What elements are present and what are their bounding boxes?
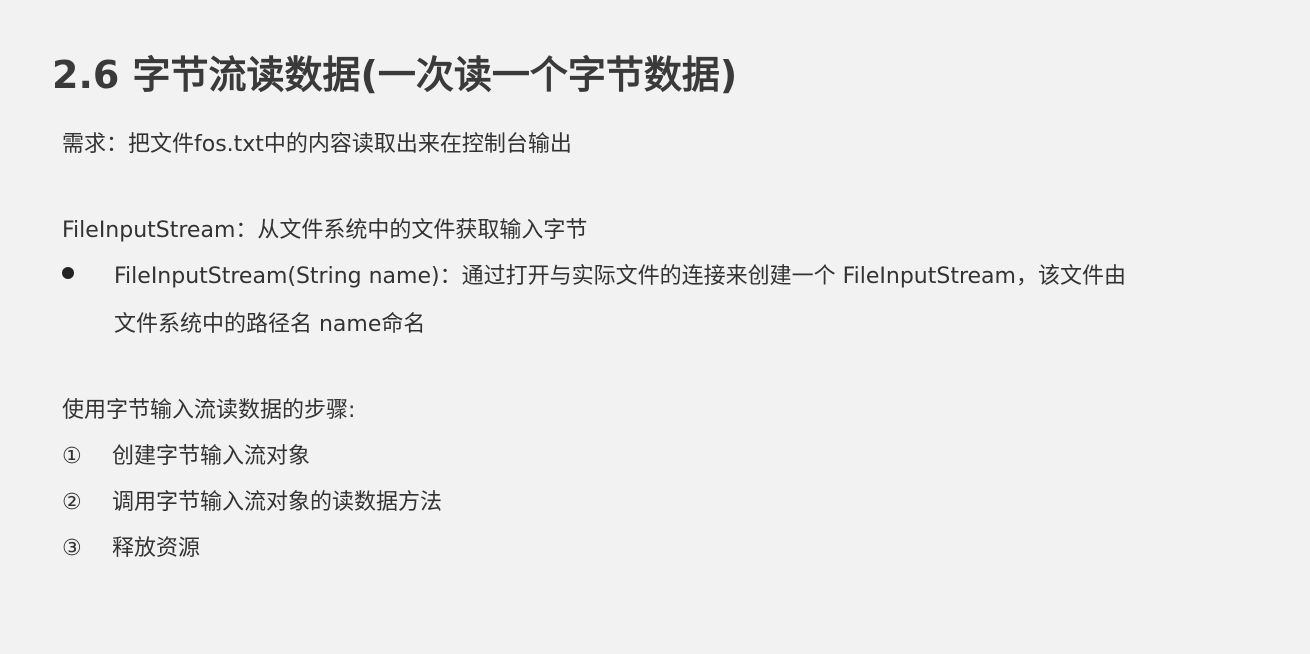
fileinputstream-definition: FileInputStream：从文件系统中的文件获取输入字节	[62, 218, 588, 243]
steps-title: 使用字节输入流读数据的步骤:	[62, 398, 356, 423]
step-number: ③	[62, 536, 82, 561]
step-text: 释放资源	[112, 536, 201, 561]
step-number: ①	[62, 444, 82, 469]
step-number: ②	[62, 490, 82, 515]
requirement-text: 需求：把文件fos.txt中的内容读取出来在控制台输出	[62, 132, 572, 157]
step-item: ③ 释放资源	[62, 530, 200, 562]
step-text: 创建字节输入流对象	[112, 444, 311, 469]
step-item: ② 调用字节输入流对象的读数据方法	[62, 484, 442, 516]
constructor-description-line2: 文件系统中的路径名 name命名	[114, 312, 426, 337]
constructor-description-line1: FileInputStream(String name)：通过打开与实际文件的连…	[114, 264, 1126, 289]
step-text: 调用字节输入流对象的读数据方法	[112, 490, 443, 515]
slide-title: 2.6 字节流读数据(一次读一个字节数据)	[52, 53, 738, 97]
slide: 2.6 字节流读数据(一次读一个字节数据) 需求：把文件fos.txt中的内容读…	[0, 0, 1310, 654]
bullet-dot-icon	[62, 267, 74, 279]
step-item: ① 创建字节输入流对象	[62, 438, 310, 470]
